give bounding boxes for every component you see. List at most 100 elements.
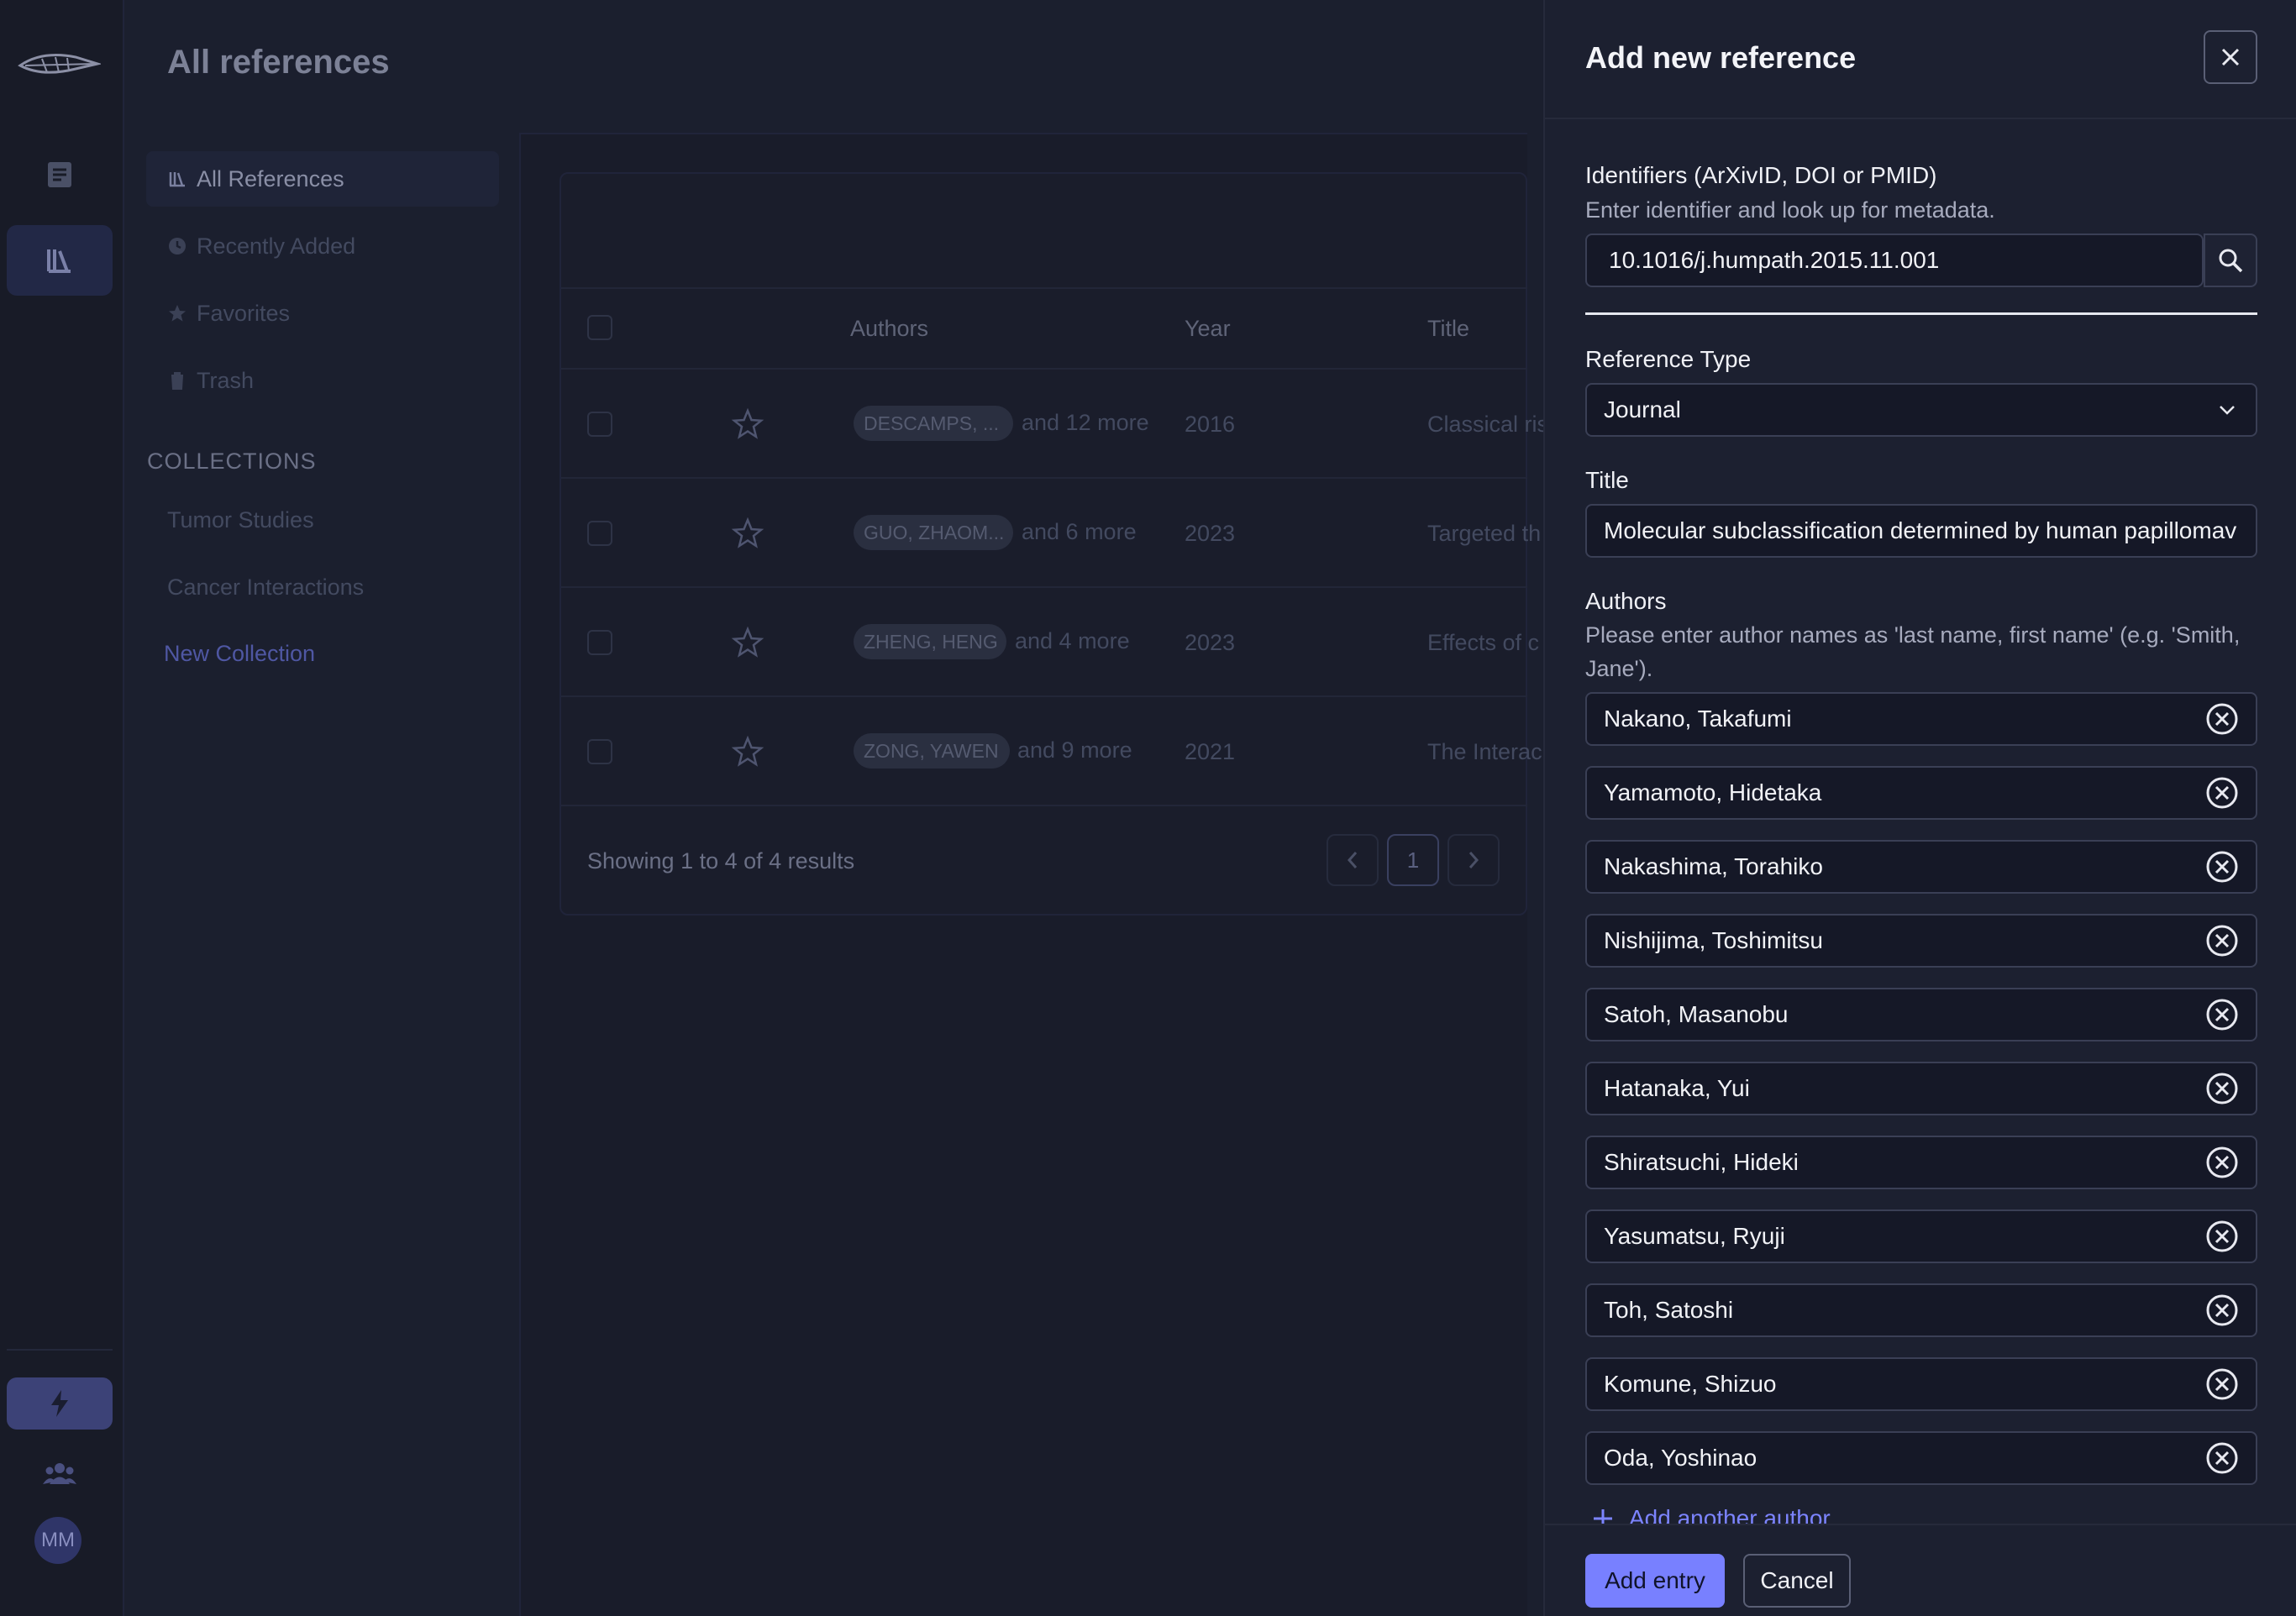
clock-icon <box>169 238 186 254</box>
author-input[interactable]: Nakano, Takafumi <box>1585 692 2257 746</box>
author-input[interactable]: Yasumatsu, Ryuji <box>1585 1209 2257 1263</box>
page-button-current[interactable]: 1 <box>1387 834 1439 886</box>
drawer-header: Add new reference <box>1545 0 2296 119</box>
star-icon <box>169 305 186 322</box>
author-chip[interactable]: ZONG, YAWEN <box>854 733 1010 769</box>
author-input[interactable]: Toh, Satoshi <box>1585 1283 2257 1337</box>
row-divider <box>561 695 1527 697</box>
author-input[interactable]: Satoh, Masanobu <box>1585 988 2257 1041</box>
row-divider <box>561 477 1527 479</box>
remove-author-icon[interactable] <box>2205 1441 2239 1475</box>
nav-item-label: Trash <box>197 367 255 393</box>
add-reference-drawer: Add new reference Identifiers (ArXivID, … <box>1543 0 2296 1616</box>
row-title[interactable]: Effects of c <box>1427 630 1545 656</box>
row-title[interactable]: The Interac <box>1427 739 1545 765</box>
feather-logo-icon[interactable] <box>17 44 101 86</box>
select-all-checkbox[interactable] <box>587 315 612 340</box>
user-avatar[interactable]: MM <box>34 1517 81 1564</box>
author-input[interactable]: Hatanaka, Yui <box>1585 1062 2257 1115</box>
lookup-button[interactable] <box>2204 233 2257 287</box>
author-input[interactable]: Shiratsuchi, Hideki <box>1585 1136 2257 1189</box>
authors-hint: Please enter author names as 'last name,… <box>1585 622 2241 681</box>
author-chip[interactable]: GUO, ZHAOM... <box>854 515 1013 550</box>
star-icon[interactable] <box>731 407 764 441</box>
remove-author-icon[interactable] <box>2205 850 2239 884</box>
next-page-button[interactable] <box>1447 834 1500 886</box>
rail-divider <box>7 1349 113 1351</box>
nav-item-label: Recently Added <box>197 233 356 259</box>
author-input[interactable]: Yamamoto, Hidetaka <box>1585 766 2257 820</box>
column-header-title[interactable]: Title <box>1427 316 1469 342</box>
star-icon[interactable] <box>731 735 764 769</box>
collection-tumor-studies[interactable]: Tumor Studies <box>167 507 314 533</box>
author-name: Yasumatsu, Ryuji <box>1604 1223 1785 1249</box>
author-input[interactable]: Oda, Yoshinao <box>1585 1431 2257 1485</box>
author-name: Shiratsuchi, Hideki <box>1604 1149 1799 1175</box>
team-nav-button[interactable] <box>7 1438 113 1508</box>
star-icon[interactable] <box>731 517 764 550</box>
reference-type-label: Reference Type <box>1585 346 1752 372</box>
remove-author-icon[interactable] <box>2205 998 2239 1031</box>
more-authors: and 6 more <box>1022 519 1137 544</box>
author-name: Satoh, Masanobu <box>1604 1001 1789 1027</box>
team-icon <box>43 1463 76 1484</box>
prev-page-button[interactable] <box>1327 834 1379 886</box>
star-icon[interactable] <box>731 626 764 659</box>
author-name: Oda, Yoshinao <box>1604 1445 1757 1471</box>
remove-author-icon[interactable] <box>2205 924 2239 958</box>
author-input[interactable]: Komune, Shizuo <box>1585 1357 2257 1411</box>
author-chip[interactable]: ZHENG, HENG <box>854 624 1006 659</box>
add-entry-button[interactable]: Add entry <box>1585 1554 1725 1608</box>
remove-author-icon[interactable] <box>2205 1293 2239 1327</box>
section-divider <box>1585 312 2257 315</box>
library-nav-button[interactable] <box>7 225 113 296</box>
quick-action-button[interactable] <box>7 1377 113 1430</box>
nav-item-recently-added[interactable]: Recently Added <box>146 218 499 274</box>
remove-author-icon[interactable] <box>2205 1146 2239 1179</box>
reference-type-select[interactable]: Journal <box>1585 383 2257 437</box>
row-year: 2023 <box>1185 630 1236 655</box>
row-divider <box>561 586 1527 588</box>
collections-heading: COLLECTIONS <box>147 449 317 474</box>
author-name: Nishijima, Toshimitsu <box>1604 927 1823 953</box>
author-input[interactable]: Nishijima, Toshimitsu <box>1585 914 2257 968</box>
row-title[interactable]: Targeted th <box>1427 521 1545 547</box>
author-name: Hatanaka, Yui <box>1604 1075 1750 1101</box>
lightning-bolt-icon <box>51 1390 68 1417</box>
row-title[interactable]: Classical ris <box>1427 412 1545 438</box>
table-header <box>561 287 1527 370</box>
nav-item-all-references[interactable]: All References <box>146 151 499 207</box>
chevron-down-icon <box>2220 406 2235 415</box>
row-checkbox[interactable] <box>587 521 612 546</box>
remove-author-icon[interactable] <box>2205 1072 2239 1105</box>
column-header-authors[interactable]: Authors <box>850 316 928 342</box>
close-button[interactable] <box>2204 30 2257 84</box>
cancel-button[interactable]: Cancel <box>1743 1554 1851 1608</box>
more-authors: and 12 more <box>1022 410 1149 435</box>
remove-author-icon[interactable] <box>2205 702 2239 736</box>
title-input[interactable]: Molecular subclassification determined b… <box>1585 504 2257 558</box>
row-checkbox[interactable] <box>587 412 612 437</box>
identifiers-hint: Enter identifier and look up for metadat… <box>1585 197 1995 223</box>
nav-item-trash[interactable]: Trash <box>146 353 499 408</box>
author-input[interactable]: Nakashima, Torahiko <box>1585 840 2257 894</box>
chevron-left-icon <box>1347 852 1358 868</box>
remove-author-icon[interactable] <box>2205 1220 2239 1253</box>
row-checkbox[interactable] <box>587 630 612 655</box>
document-icon <box>48 162 71 187</box>
column-header-year[interactable]: Year <box>1185 316 1231 342</box>
row-checkbox[interactable] <box>587 739 612 764</box>
remove-author-icon[interactable] <box>2205 1367 2239 1401</box>
documents-nav-button[interactable] <box>7 139 113 210</box>
nav-item-favorites[interactable]: Favorites <box>146 286 499 341</box>
close-icon <box>2221 48 2240 66</box>
identifiers-label: Identifiers (ArXivID, DOI or PMID) <box>1585 162 1937 188</box>
remove-author-icon[interactable] <box>2205 776 2239 810</box>
identifier-input[interactable]: 10.1016/j.humpath.2015.11.001 <box>1585 233 2204 287</box>
new-collection-link[interactable]: New Collection <box>164 641 315 667</box>
collection-cancer-interactions[interactable]: Cancer Interactions <box>167 575 364 601</box>
author-name: Nakano, Takafumi <box>1604 706 1792 732</box>
author-chip[interactable]: DESCAMPS, ... <box>854 406 1013 441</box>
row-year: 2021 <box>1185 739 1236 764</box>
title-label: Title <box>1585 467 1629 493</box>
